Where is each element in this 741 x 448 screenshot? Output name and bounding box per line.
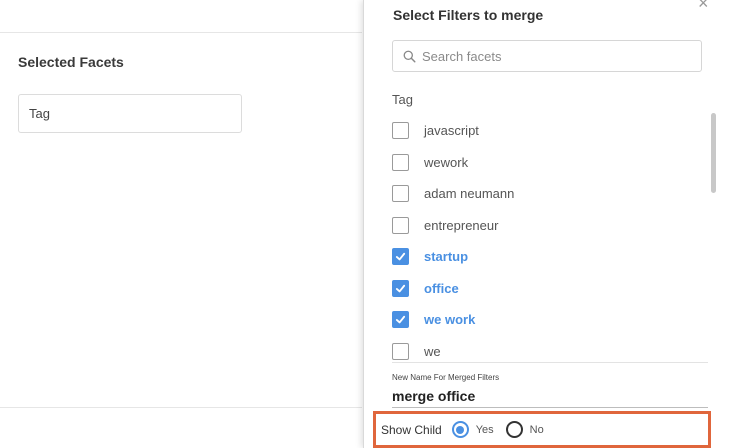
radio-selected-dot [456, 425, 465, 434]
facet-label: we [424, 343, 441, 359]
facet-label: office [424, 280, 459, 296]
show-child-yes-option[interactable]: Yes [451, 421, 494, 438]
left-pane: Selected Facets Tag [0, 0, 362, 448]
merged-name-label: New Name For Merged Filters [392, 373, 500, 382]
list-divider [392, 362, 708, 363]
facet-label: javascript [424, 123, 479, 139]
facet-label: wework [424, 154, 469, 170]
radio-no[interactable] [505, 421, 523, 438]
close-icon[interactable]: × [698, 0, 709, 12]
facet-label: entrepreneur [424, 217, 499, 233]
merged-name-input[interactable] [392, 384, 708, 408]
scrollbar-thumb[interactable] [711, 113, 716, 193]
show-child-group: Show Child Yes No [373, 411, 711, 448]
facet-label: adam neumann [424, 186, 515, 202]
merge-filters-dialog: Select Filters to merge × Tag javascript… [363, 0, 741, 448]
checkbox[interactable] [392, 185, 409, 203]
bottom-divider [0, 407, 362, 408]
radio-no-label: No [529, 423, 544, 436]
facet-label: we work [424, 312, 476, 328]
facet-checkbox-item[interactable]: we work [392, 304, 712, 336]
scrollbar[interactable] [711, 113, 717, 363]
check-icon [395, 316, 406, 324]
radio-yes-label: Yes [475, 423, 494, 436]
selected-facet-tag[interactable]: Tag [18, 94, 242, 133]
facet-checkbox-item[interactable]: startup [392, 241, 712, 273]
checkbox[interactable] [392, 279, 409, 297]
facet-list: javascript wework adam neumann entrepreneur… [392, 115, 712, 367]
facet-checkbox-item[interactable]: javascript [392, 115, 712, 147]
facet-checkbox-item[interactable]: office [392, 273, 712, 305]
show-child-no-option[interactable]: No [505, 421, 544, 438]
check-icon [395, 253, 406, 261]
dialog-title: Select Filters to merge [393, 7, 544, 23]
facet-checkbox-item[interactable]: entrepreneur [392, 210, 712, 242]
radio-yes[interactable] [451, 421, 469, 438]
search-field[interactable] [392, 40, 702, 72]
checkbox[interactable] [392, 216, 409, 234]
search-icon [403, 50, 416, 63]
facet-group-label: Tag [392, 92, 413, 107]
selected-facets-title: Selected Facets [18, 54, 124, 70]
facet-checkbox-item[interactable]: wework [392, 147, 712, 179]
search-input[interactable] [422, 48, 692, 64]
checkbox[interactable] [392, 342, 409, 360]
facet-checkbox-item[interactable]: adam neumann [392, 178, 712, 210]
show-child-label: Show Child [381, 422, 442, 437]
checkbox[interactable] [392, 122, 409, 140]
checkbox[interactable] [392, 311, 409, 329]
facet-label: startup [424, 249, 469, 265]
checkbox[interactable] [392, 153, 409, 171]
check-icon [395, 284, 406, 293]
checkbox[interactable] [392, 248, 409, 266]
top-divider [0, 32, 362, 33]
